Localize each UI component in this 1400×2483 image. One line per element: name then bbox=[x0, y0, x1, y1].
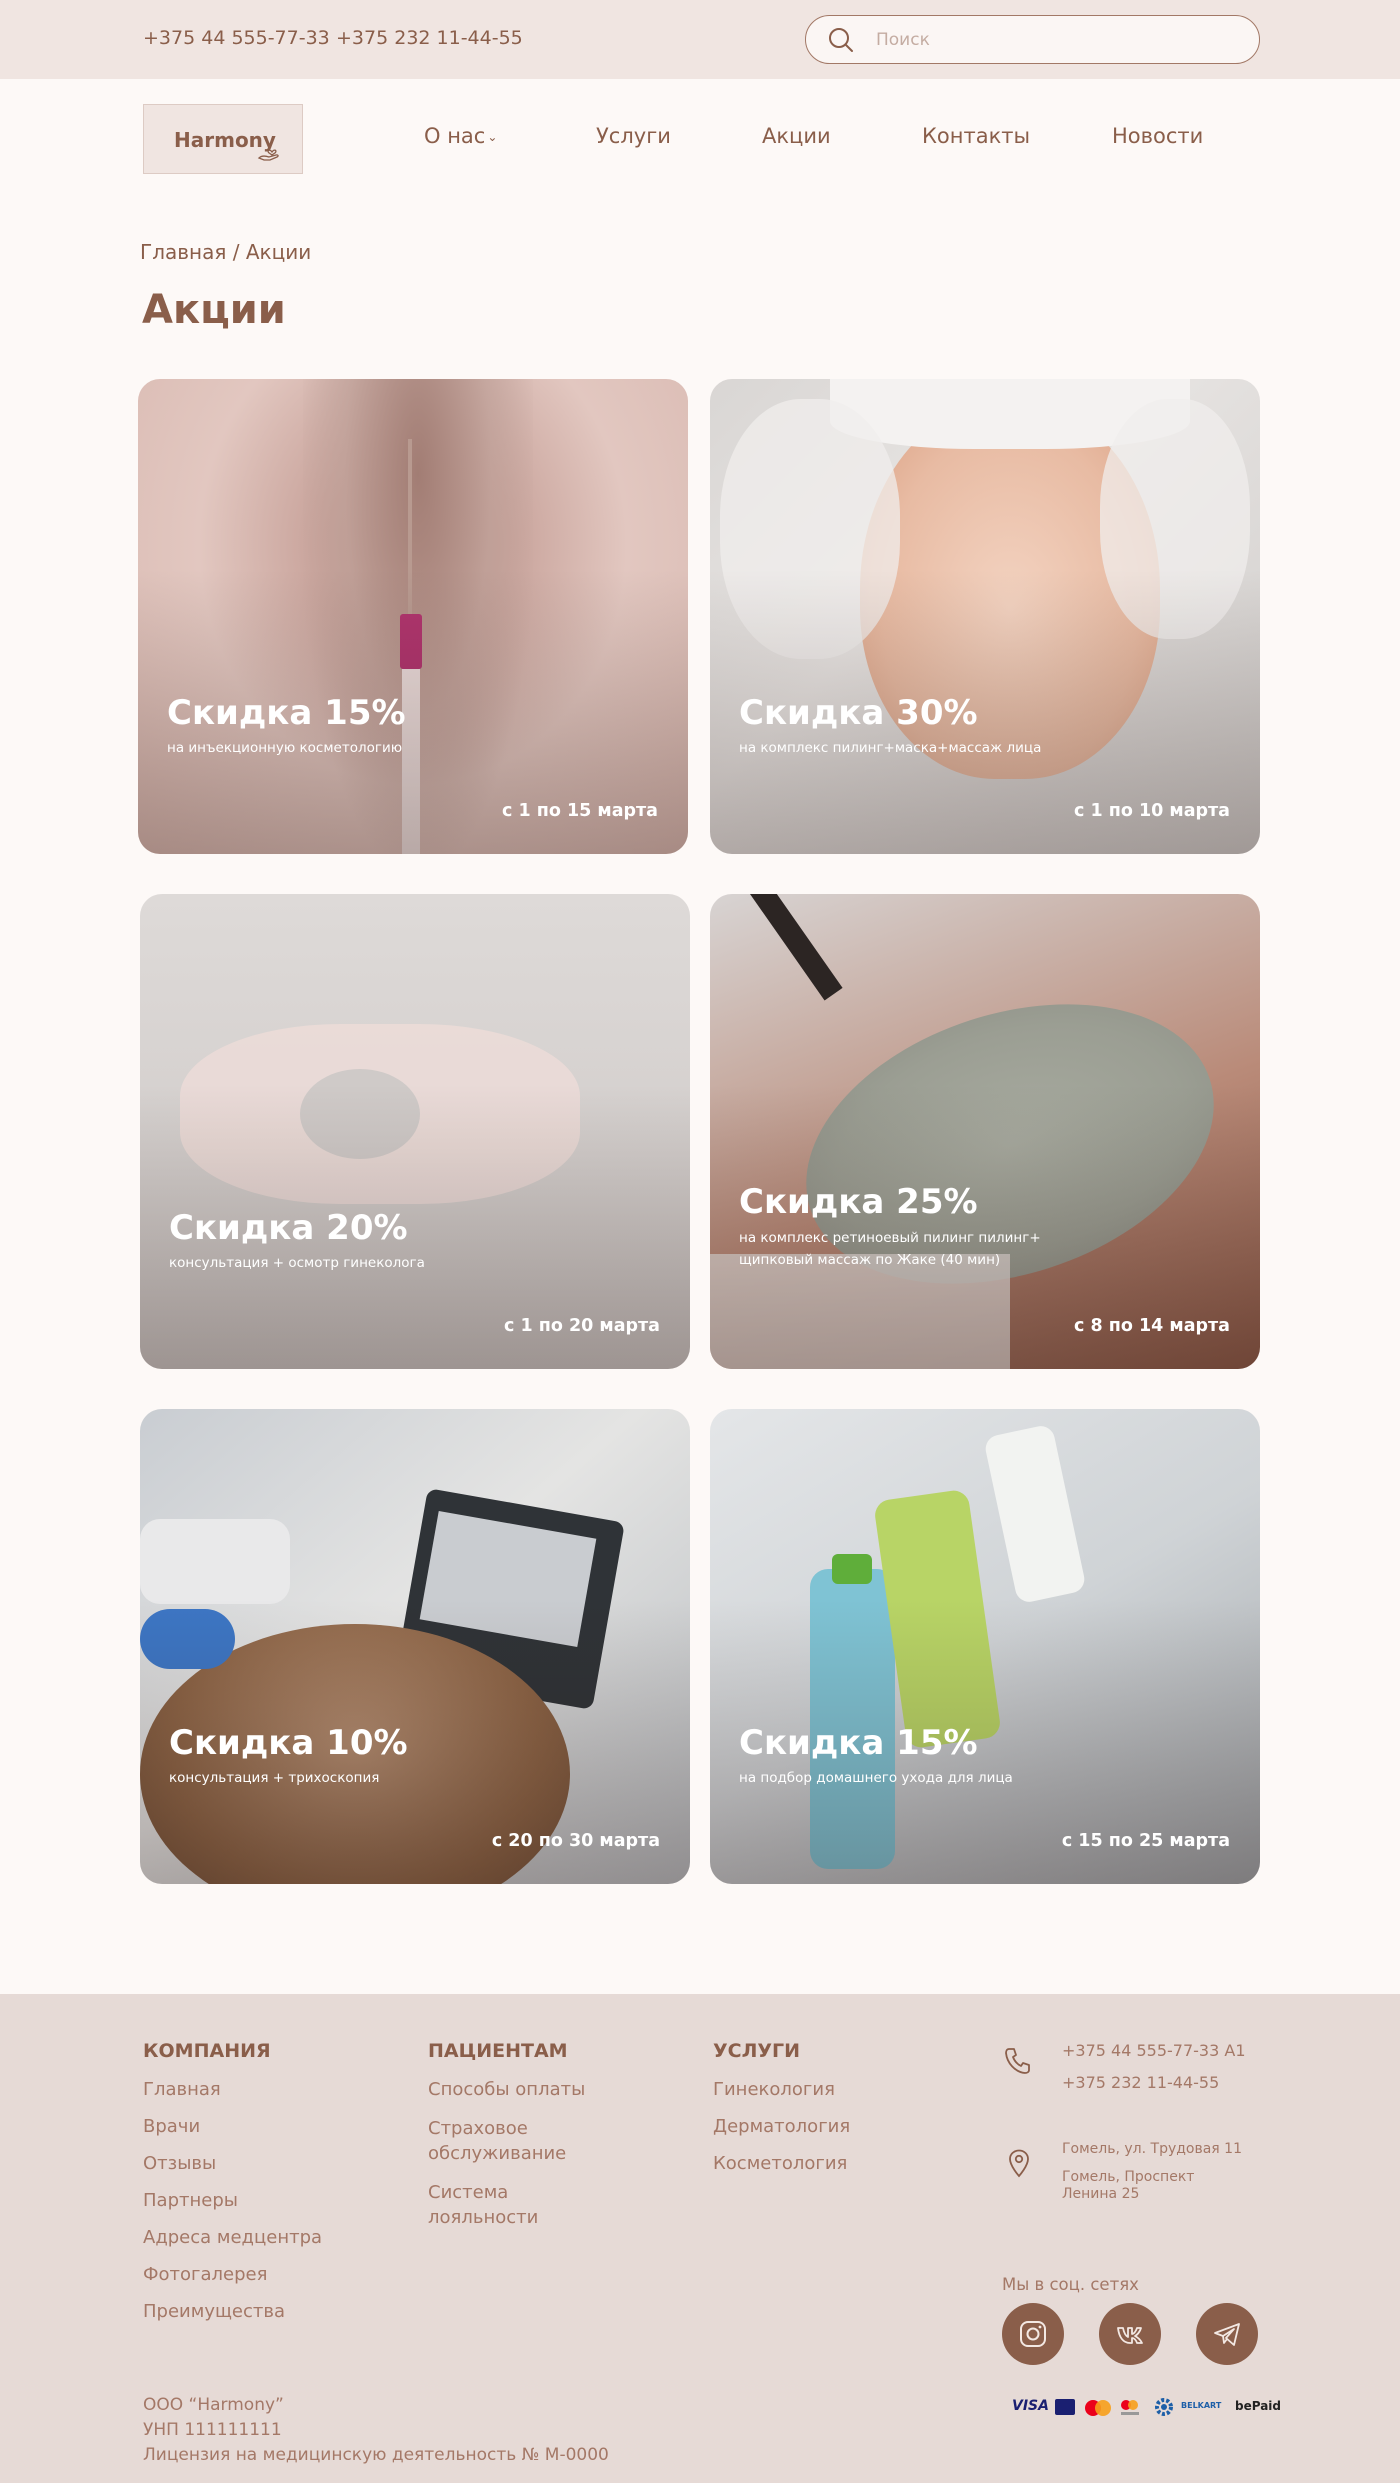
promo-title: Скидка 15% bbox=[739, 1723, 978, 1763]
vk-button[interactable] bbox=[1099, 2303, 1161, 2365]
nav-news[interactable]: Новости bbox=[1112, 124, 1203, 148]
footer-address-1: Гомель, ул. Трудовая 11 bbox=[1062, 2141, 1242, 2157]
promo-subtitle: на комплекс ретиноевый пилинг пилинг+ щи… bbox=[739, 1230, 1041, 1268]
promo-dates: с 8 по 14 марта bbox=[1074, 1316, 1230, 1336]
promo-card[interactable]: Скидка 15% на подбор домашнего ухода для… bbox=[710, 1409, 1260, 1884]
promo-subtitle: консультация + осмотр гинеколога bbox=[169, 1255, 425, 1271]
promo-card[interactable]: Скидка 20% консультация + осмотр гинекол… bbox=[140, 894, 690, 1369]
promo-subtitle: на подбор домашнего ухода для лица bbox=[739, 1770, 1013, 1786]
footer-link[interactable]: Адреса медцентра bbox=[143, 2225, 322, 2250]
mastercard-logo bbox=[1085, 2400, 1111, 2416]
promo-title: Скидка 25% bbox=[739, 1182, 978, 1222]
footer-link[interactable]: Гинекология bbox=[713, 2077, 835, 2102]
legal-license: Лицензия на медицинскую деятельность № М… bbox=[143, 2445, 609, 2465]
footer-link[interactable]: Отзывы bbox=[143, 2151, 216, 2176]
footer-link[interactable]: Дерматология bbox=[713, 2114, 850, 2139]
location-pin-icon bbox=[1009, 2149, 1029, 2178]
footer-link[interactable]: Система лояльности bbox=[428, 2180, 608, 2230]
footer-link[interactable]: Фотогалерея bbox=[143, 2262, 267, 2287]
promo-dates: с 1 по 20 марта bbox=[504, 1316, 660, 1336]
footer-link[interactable]: Преимущества bbox=[143, 2299, 285, 2324]
promo-dates: с 1 по 15 марта bbox=[502, 801, 658, 821]
breadcrumb-current: Акции bbox=[245, 240, 312, 264]
telegram-button[interactable] bbox=[1196, 2303, 1258, 2365]
search-icon[interactable] bbox=[828, 27, 854, 53]
promo-subtitle: консультация + трихоскопия bbox=[169, 1770, 380, 1786]
footer-link[interactable]: Главная bbox=[143, 2077, 221, 2102]
promo-title: Скидка 15% bbox=[167, 693, 406, 733]
nav-about[interactable]: О нас ⌄ bbox=[424, 124, 497, 148]
promo-title: Скидка 30% bbox=[739, 693, 978, 733]
promo-subtitle: на инъекционную косметологию bbox=[167, 740, 403, 756]
promo-title: Скидка 10% bbox=[169, 1723, 408, 1763]
nav-about-label: О нас bbox=[424, 124, 486, 148]
nav-services[interactable]: Услуги bbox=[596, 124, 671, 148]
footer-heading-patients: ПАЦИЕНТАМ bbox=[428, 2040, 568, 2062]
legal-unp: УНП 111111111 bbox=[143, 2420, 282, 2440]
footer-phone-2[interactable]: +375 232 11-44-55 bbox=[1062, 2073, 1219, 2092]
search-input[interactable] bbox=[876, 28, 1236, 52]
legal-company: ООО “Harmony” bbox=[143, 2395, 284, 2415]
top-bar: +375 44 555-77-33 +375 232 11-44-55 bbox=[0, 0, 1400, 79]
breadcrumb-home[interactable]: Главная bbox=[140, 240, 226, 264]
logo[interactable]: Harmony bbox=[143, 104, 303, 174]
instagram-icon bbox=[1020, 2321, 1046, 2347]
telegram-icon bbox=[1214, 2323, 1240, 2346]
footer-heading-company: КОМПАНИЯ bbox=[143, 2040, 271, 2062]
mastercard-idcheck-logo bbox=[1121, 2400, 1139, 2415]
footer-link[interactable]: Способы оплаты bbox=[428, 2077, 608, 2102]
promo-card[interactable]: Скидка 25% на комплекс ретиноевый пилинг… bbox=[710, 894, 1260, 1369]
bepaid-logo: bePaid bbox=[1235, 2399, 1282, 2413]
visa-logo: VISA bbox=[1012, 2398, 1049, 2414]
breadcrumb-separator: / bbox=[226, 240, 246, 264]
heart-hand-icon bbox=[257, 149, 279, 161]
promo-dates: с 15 по 25 марта bbox=[1061, 1831, 1230, 1851]
breadcrumb: Главная / Акции bbox=[140, 240, 311, 264]
top-phone-1[interactable]: +375 44 555-77-33 bbox=[143, 27, 330, 49]
footer-address-2: Гомель, Проспект Ленина 25 bbox=[1062, 2169, 1195, 2202]
visa-secure-logo bbox=[1055, 2399, 1075, 2415]
footer-phone-1[interactable]: +375 44 555-77-33 A1 bbox=[1062, 2041, 1246, 2060]
promo-subtitle: на комплекс пилинг+маска+массаж лица bbox=[739, 740, 1042, 756]
vk-icon bbox=[1117, 2327, 1143, 2344]
phone-icon bbox=[1005, 2048, 1030, 2074]
promo-card[interactable]: Скидка 15% на инъекционную косметологию … bbox=[138, 379, 688, 854]
promo-title: Скидка 20% bbox=[169, 1208, 408, 1248]
promo-card[interactable]: Скидка 30% на комплекс пилинг+маска+масс… bbox=[710, 379, 1260, 854]
search-box[interactable] bbox=[805, 15, 1260, 64]
social-label: Мы в соц. сетях bbox=[1002, 2275, 1139, 2294]
belkart-logo: BELKART bbox=[1181, 2401, 1222, 2410]
footer-link[interactable]: Косметология bbox=[713, 2151, 847, 2176]
footer-heading-services: УСЛУГИ bbox=[713, 2040, 801, 2062]
page-title: Акции bbox=[142, 287, 286, 333]
instagram-button[interactable] bbox=[1002, 2303, 1064, 2365]
footer-link[interactable]: Партнеры bbox=[143, 2188, 238, 2213]
chevron-down-icon: ⌄ bbox=[487, 130, 498, 144]
top-phone-2[interactable]: +375 232 11-44-55 bbox=[336, 27, 523, 49]
promo-dates: с 20 по 30 марта bbox=[491, 1831, 660, 1851]
nav-contacts[interactable]: Контакты bbox=[922, 124, 1030, 148]
promo-card[interactable]: Скидка 10% консультация + трихоскопия с … bbox=[140, 1409, 690, 1884]
footer-link[interactable]: Страховое обслуживание bbox=[428, 2116, 608, 2166]
belkart-gear-logo bbox=[1155, 2398, 1173, 2416]
footer-link[interactable]: Врачи bbox=[143, 2114, 200, 2139]
nav-promos[interactable]: Акции bbox=[762, 124, 831, 148]
promo-dates: с 1 по 10 марта bbox=[1074, 801, 1230, 821]
